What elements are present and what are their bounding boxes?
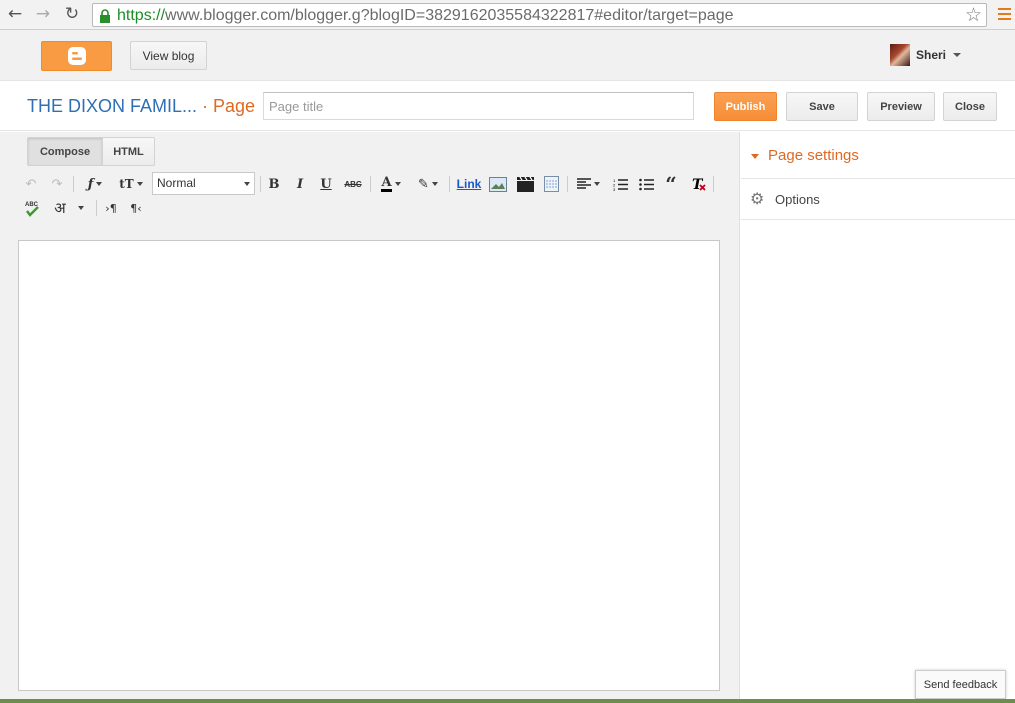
numbered-list-icon[interactable]: 123	[610, 175, 630, 193]
back-icon[interactable]: ←	[4, 3, 26, 25]
options-item[interactable]: ⚙ Options	[741, 180, 1015, 220]
user-name[interactable]: Sheri	[916, 48, 946, 62]
italic-icon[interactable]: I	[292, 175, 308, 193]
highlight-color-icon[interactable]: ✎	[413, 175, 443, 193]
quote-icon[interactable]: “	[662, 172, 680, 196]
text-color-icon[interactable]: A	[376, 175, 406, 193]
remove-formatting-icon[interactable]: T	[689, 175, 709, 193]
bookmark-star-icon[interactable]: ☆	[965, 4, 982, 26]
editor-mode-tabs: Compose HTML	[27, 137, 155, 166]
options-label: Options	[775, 192, 820, 207]
redo-icon[interactable]: ↷	[48, 175, 66, 193]
url-scheme: https://	[117, 7, 166, 24]
page-label: · Page	[202, 96, 256, 116]
browser-toolbar: ← → ↻ https://www.blogger.com/blogger.g?…	[0, 0, 1015, 30]
insert-video-icon[interactable]	[515, 175, 535, 193]
taskbar-strip	[0, 699, 1015, 703]
send-feedback-button[interactable]: Send feedback	[915, 670, 1006, 699]
tab-html[interactable]: HTML	[103, 137, 155, 166]
reload-icon[interactable]: ↻	[61, 3, 83, 25]
font-size-icon[interactable]: tT	[115, 175, 147, 193]
toolbar-divider	[449, 176, 450, 192]
account-dropdown-caret-icon[interactable]	[953, 53, 961, 57]
avatar[interactable]	[890, 44, 910, 66]
link-button[interactable]: Link	[455, 175, 483, 193]
url-path: www.blogger.com/blogger.g?blogID=3829162…	[165, 7, 734, 24]
page-title-input[interactable]	[263, 92, 694, 120]
format-value: Normal	[157, 176, 196, 190]
input-tools-icon[interactable]: अ	[48, 199, 90, 217]
collapse-caret-icon	[751, 154, 759, 159]
toolbar-divider	[96, 200, 97, 216]
lock-icon	[100, 9, 110, 23]
undo-icon[interactable]: ↶	[22, 175, 40, 193]
toolbar-divider	[260, 176, 261, 192]
forward-icon[interactable]: →	[32, 3, 54, 25]
gear-icon: ⚙	[750, 189, 765, 208]
page-settings-title: Page settings	[768, 147, 859, 164]
close-button[interactable]: Close	[943, 92, 997, 121]
editor-title-bar: THE DIXON FAMIL... · Page Publish Save P…	[0, 82, 1015, 131]
blog-name-link[interactable]: THE DIXON FAMIL...	[27, 96, 197, 117]
preview-button[interactable]: Preview	[867, 92, 935, 121]
svg-text:3: 3	[613, 187, 616, 191]
browser-menu-icon[interactable]	[998, 8, 1011, 21]
paragraph-format-select[interactable]: Normal	[152, 172, 255, 195]
blogger-b-icon	[67, 47, 86, 65]
address-bar[interactable]: https://www.blogger.com/blogger.g?blogID…	[92, 3, 987, 27]
insert-jump-break-icon[interactable]	[541, 175, 561, 193]
insert-image-icon[interactable]	[488, 175, 508, 193]
strikethrough-icon[interactable]: ABC	[342, 175, 364, 193]
bold-icon[interactable]: B	[266, 175, 282, 193]
font-family-icon[interactable]: ƒ	[80, 175, 110, 193]
rtl-direction-icon[interactable]: ¶‹	[126, 199, 146, 217]
underline-icon[interactable]: U	[318, 175, 334, 193]
save-button[interactable]: Save	[786, 92, 858, 121]
spell-check-icon[interactable]: ABC	[22, 199, 42, 217]
toolbar-divider	[713, 176, 714, 192]
page-settings-header[interactable]: Page settings	[741, 132, 1015, 179]
toolbar-divider	[567, 176, 568, 192]
blogger-header: View blog Sheri	[0, 30, 1015, 81]
publish-button[interactable]: Publish	[714, 92, 777, 121]
url-text: https://www.blogger.com/blogger.g?blogID…	[117, 6, 733, 25]
svg-text:T: T	[692, 177, 704, 192]
toolbar-divider	[370, 176, 371, 192]
editor-area: Compose HTML ↶ ↷ ƒ tT Normal B I U ABC A…	[0, 132, 740, 703]
blogger-logo-icon[interactable]	[41, 41, 112, 71]
tab-compose[interactable]: Compose	[27, 137, 103, 166]
align-icon[interactable]	[573, 175, 603, 193]
view-blog-button[interactable]: View blog	[130, 41, 207, 70]
page-settings-sidebar: Page settings ⚙ Options	[741, 132, 1015, 703]
chevron-down-icon	[244, 182, 250, 186]
ltr-direction-icon[interactable]: ›¶	[101, 199, 121, 217]
bulleted-list-icon[interactable]	[636, 175, 656, 193]
post-body-editor[interactable]	[18, 240, 720, 691]
toolbar-divider	[73, 176, 74, 192]
